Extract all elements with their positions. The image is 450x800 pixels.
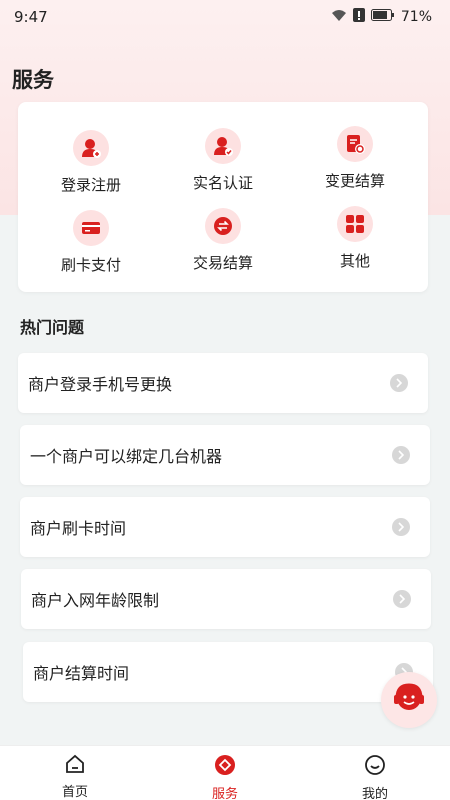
faq-label: 商户登录手机号更换 [28,375,173,394]
chevron-right-icon [393,590,411,608]
home-icon [64,754,86,778]
bottom-tab-bar: 首页 服务 我的 [0,745,450,800]
faq-item[interactable]: 商户入网年龄限制 [21,569,431,629]
service-label: 实名认证 [192,174,253,192]
faq-item[interactable]: 商户结算时间 [23,642,433,702]
chevron-right-icon [392,446,410,464]
tab-label: 首页 [61,785,88,800]
service-grid: 登录注册 实名认证 变更结算 刷卡支付 交易结算 其他 [18,102,428,292]
service-change-settlement[interactable]: 变更结算 [295,126,415,191]
faq-item[interactable]: 商户登录手机号更换 [18,353,428,413]
alert-icon [352,8,365,26]
chevron-right-icon [390,374,408,392]
service-other[interactable]: 其他 [295,206,415,271]
tab-label: 我的 [361,787,388,800]
hot-questions-title: 热门问题 [20,318,85,337]
status-time: 9:47 [14,8,48,26]
document-refresh-icon [337,126,373,162]
faq-label: 商户结算时间 [33,664,130,683]
service-login-register[interactable]: 登录注册 [31,130,151,195]
user-verified-icon [205,128,241,164]
grid-icon [337,206,373,242]
service-realname-auth[interactable]: 实名认证 [163,128,283,193]
chevron-right-icon [392,518,410,536]
faq-label: 商户入网年龄限制 [31,591,160,610]
service-label: 其他 [339,252,370,270]
faq-item[interactable]: 一个商户可以绑定几台机器 [20,425,430,485]
headset-icon [391,680,427,720]
service-label: 登录注册 [60,176,121,194]
service-label: 变更结算 [324,172,385,190]
faq-item[interactable]: 商户刷卡时间 [20,497,430,557]
tab-home[interactable]: 首页 [25,746,125,800]
service-icon [214,754,236,780]
faq-label: 一个商户可以绑定几台机器 [30,447,223,466]
credit-card-icon [73,210,109,246]
service-card-payment[interactable]: 刷卡支付 [31,210,151,275]
service-trade-settlement[interactable]: 交易结算 [163,208,283,273]
page-title: 服务 [12,68,54,92]
tab-label: 服务 [211,787,238,800]
battery-level: 71% [400,9,432,25]
battery-icon [370,9,395,25]
faq-label: 商户刷卡时间 [30,519,127,538]
service-label: 刷卡支付 [60,256,121,274]
customer-service-button[interactable] [381,672,437,728]
tab-service[interactable]: 服务 [175,746,275,800]
profile-icon [364,754,386,780]
status-icons: 71% [331,8,432,26]
exchange-icon [205,208,241,244]
service-label: 交易结算 [192,254,253,272]
tab-profile[interactable]: 我的 [325,746,425,800]
wifi-icon [331,9,347,26]
user-add-icon [73,130,109,166]
status-bar: 9:47 71% [0,0,450,34]
